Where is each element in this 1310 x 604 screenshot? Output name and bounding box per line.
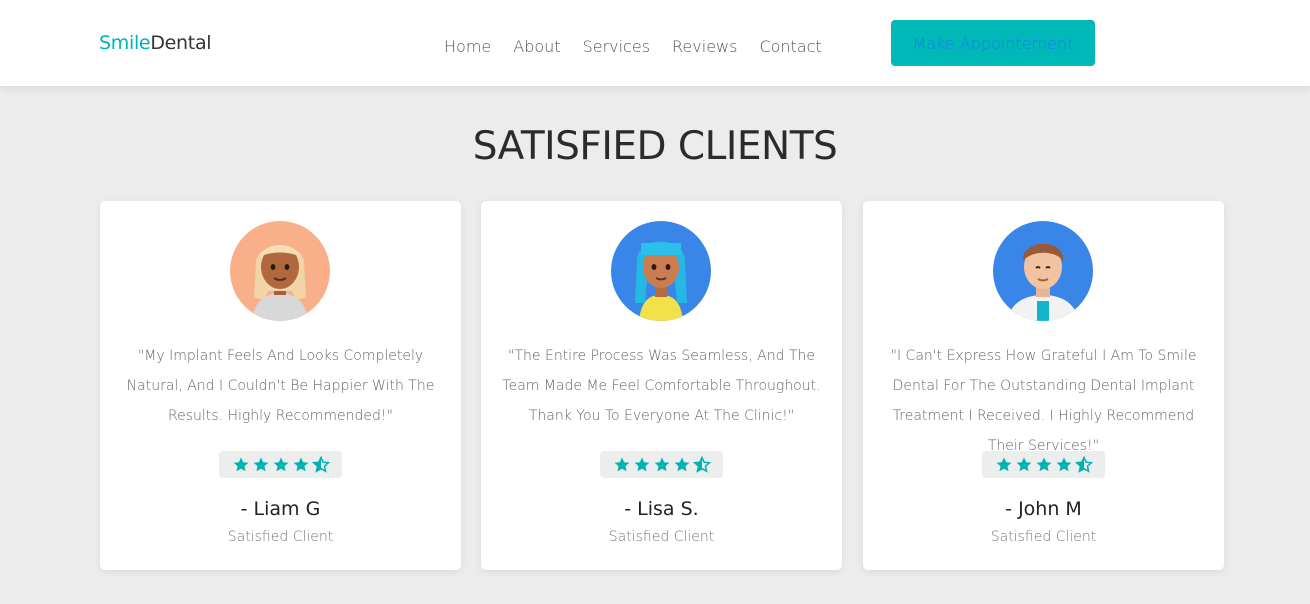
star-full-icon: [674, 457, 689, 471]
client-name: - Liam G: [240, 498, 321, 520]
star-full-icon: [634, 457, 649, 471]
star-full-icon: [1036, 457, 1051, 471]
nav-links: Home About Services Reviews Contact: [444, 37, 822, 56]
testimonial-quote: "My Implant Feels And Looks Completely N…: [126, 348, 435, 424]
man-avatar-icon: [993, 221, 1093, 321]
star-full-icon: [1016, 457, 1031, 471]
logo-part-smile: Smile: [99, 32, 151, 54]
client-name: - John M: [1005, 498, 1082, 520]
star-full-icon: [273, 457, 288, 471]
star-full-icon: [233, 457, 248, 471]
star-full-icon: [253, 457, 268, 471]
logo[interactable]: SmileDental: [99, 32, 212, 54]
client-role: Satisfied Client: [608, 529, 715, 545]
woman-avatar-icon: [611, 221, 711, 321]
star-rating: [600, 451, 723, 478]
testimonial-card: "My Implant Feels And Looks Completely N…: [100, 201, 461, 570]
star-half-icon: [311, 455, 330, 473]
testimonial-quote: "I Can't Express How Grateful I Am To Sm…: [890, 348, 1197, 454]
client-role: Satisfied Client: [990, 529, 1097, 545]
client-role: Satisfied Client: [227, 529, 334, 545]
section-title: SATISFIED CLIENTS: [472, 124, 838, 169]
navbar: SmileDental Home About Services Reviews …: [0, 0, 1310, 86]
star-full-icon: [293, 457, 308, 471]
nav-reviews-link[interactable]: Reviews: [672, 37, 737, 56]
testimonial-card: "I Can't Express How Grateful I Am To Sm…: [863, 201, 1224, 570]
star-full-icon: [654, 457, 669, 471]
star-full-icon: [1056, 457, 1071, 471]
make-appointment-button[interactable]: Make Appointement: [891, 20, 1095, 66]
testimonial-card: "The Entire Process Was Seamless, And Th…: [481, 201, 842, 570]
logo-part-dental: Dental: [150, 32, 212, 54]
nav-services-link[interactable]: Services: [583, 37, 650, 56]
star-rating: [219, 451, 342, 478]
nav-contact-link[interactable]: Contact: [759, 37, 821, 56]
nav-about-link[interactable]: About: [513, 37, 560, 56]
star-half-icon: [1074, 455, 1093, 473]
star-full-icon: [614, 457, 629, 471]
client-name: - Lisa S.: [624, 498, 699, 520]
testimonial-quote: "The Entire Process Was Seamless, And Th…: [502, 348, 821, 424]
nav-home-link[interactable]: Home: [444, 37, 491, 56]
star-rating: [982, 451, 1105, 478]
star-half-icon: [692, 455, 711, 473]
woman-avatar-icon: [230, 221, 330, 321]
star-full-icon: [996, 457, 1011, 471]
